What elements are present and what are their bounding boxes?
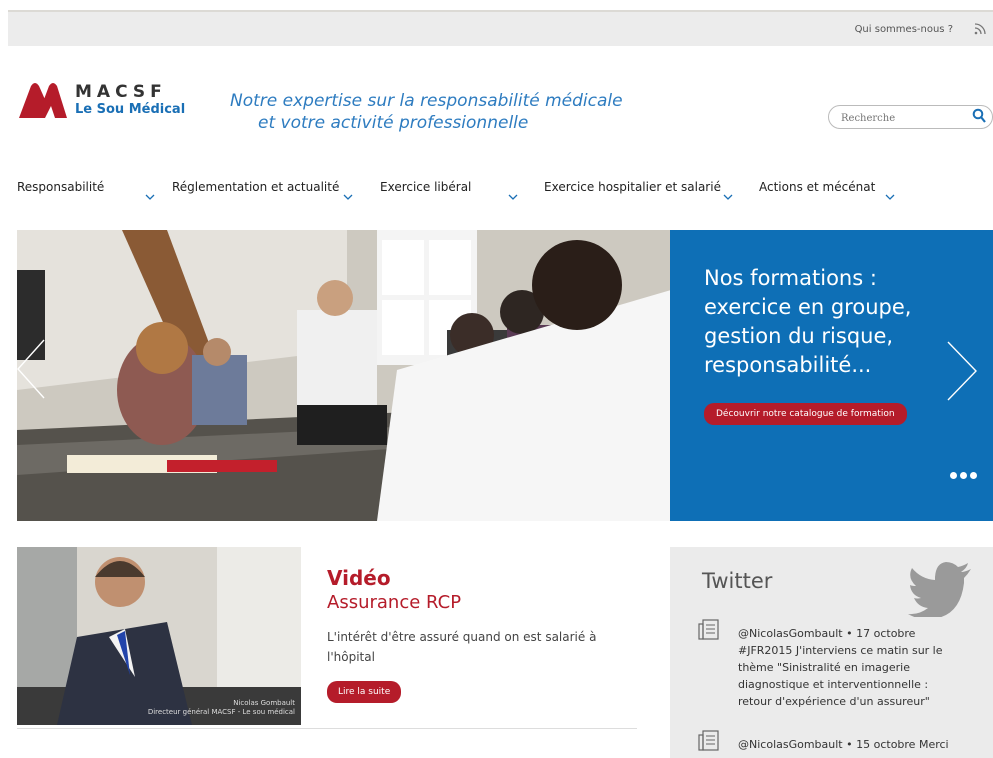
tagline-line-2: et votre activité professionnelle (258, 113, 529, 133)
search-box[interactable] (828, 105, 993, 129)
article-subheading: Assurance RCP (327, 592, 462, 613)
top-utility-bar: Qui sommes-nous ? (8, 10, 993, 46)
carousel-dot[interactable] (970, 472, 977, 479)
tweet-icon (698, 619, 719, 640)
carousel-dots[interactable] (947, 464, 977, 483)
nav-item-reglementation[interactable]: Réglementation et actualité (172, 180, 339, 194)
article-description: L'intérêt d'être assuré quand on est sal… (327, 630, 597, 664)
tagline-line-1: Notre expertise sur la responsabilité mé… (230, 91, 623, 111)
macsf-logo[interactable]: MACSF Le Sou Médical (17, 80, 187, 125)
carousel-prev-arrow[interactable] (16, 338, 46, 400)
chevron-down-icon[interactable] (145, 194, 155, 200)
hero-title: Nos formations : exercice en groupe, ges… (704, 266, 912, 377)
about-link[interactable]: Qui sommes-nous ? (855, 24, 953, 35)
tweet-text: @NicolasGombault • 17 octobre #JFR2015 J… (738, 627, 943, 708)
chevron-down-icon[interactable] (723, 194, 733, 200)
nav-item-exercice-hospitalier[interactable]: Exercice hospitalier et salarié (544, 180, 721, 194)
rss-icon[interactable] (973, 22, 987, 36)
read-more-button[interactable]: Lire la suite (327, 681, 402, 703)
video-overlay-caption: Nicolas Gombault Directeur général MACSF… (148, 699, 295, 717)
training-catalog-button[interactable]: Découvrir notre catalogue de formation (704, 403, 907, 425)
hero-carousel: Nos formations : exercice en groupe, ges… (17, 230, 993, 521)
search-input[interactable] (839, 109, 953, 127)
macsf-logo-mark (19, 83, 67, 118)
hero-panel: Nos formations : exercice en groupe, ges… (670, 230, 993, 521)
chevron-down-icon[interactable] (508, 194, 518, 200)
carousel-dot[interactable] (960, 472, 967, 479)
nav-item-responsabilite[interactable]: Responsabilité (17, 180, 104, 194)
chevron-down-icon[interactable] (343, 194, 353, 200)
twitter-widget: Twitter @NicolasGombault • 17 octobre #J… (670, 547, 993, 758)
search-icon[interactable] (972, 108, 986, 128)
brand-subtitle: Le Sou Médical (75, 102, 186, 117)
tweet-icon (698, 730, 719, 751)
twitter-title: Twitter (702, 569, 773, 593)
nav-item-actions-mecenat[interactable]: Actions et mécénat (759, 180, 875, 194)
section-divider (17, 728, 637, 729)
video-overlay-name: Nicolas Gombault (233, 699, 295, 707)
nav-item-exercice-liberal[interactable]: Exercice libéral (380, 180, 471, 194)
twitter-bird-icon (908, 562, 971, 617)
chevron-down-icon[interactable] (885, 194, 895, 200)
video-thumbnail[interactable]: Nicolas Gombault Directeur général MACSF… (17, 547, 301, 725)
video-article: Vidéo Assurance RCP L'intérêt d'être ass… (327, 566, 627, 703)
article-heading: Vidéo (327, 566, 391, 590)
video-overlay-role: Directeur général MACSF - Le sou médical (147, 708, 295, 716)
tweet-text: @NicolasGombault • 15 octobre Merci (738, 738, 949, 751)
carousel-dot[interactable] (950, 472, 957, 479)
site-tagline: Notre expertise sur la responsabilité mé… (230, 90, 623, 134)
hero-photo (17, 230, 671, 521)
carousel-next-arrow[interactable] (946, 340, 978, 402)
brand-name: MACSF (75, 82, 167, 102)
main-navigation: Responsabilité Réglementation et actuali… (17, 180, 993, 210)
